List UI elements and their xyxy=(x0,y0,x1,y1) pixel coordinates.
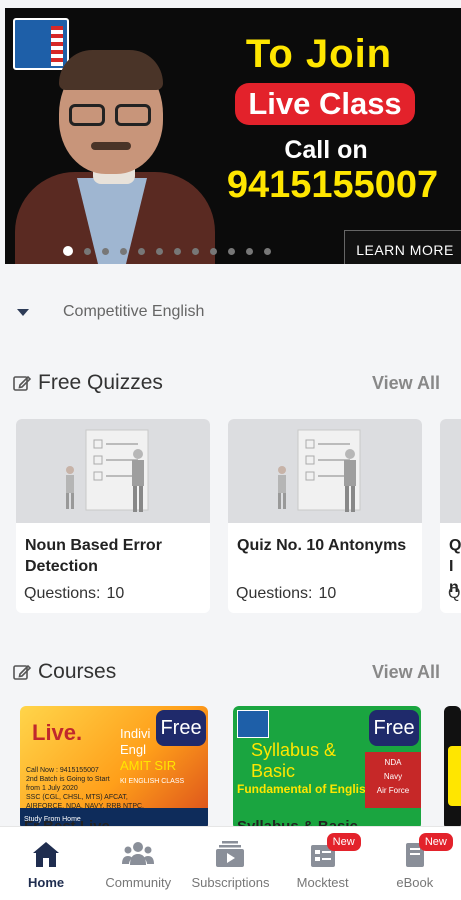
category-selector[interactable]: Competitive English xyxy=(14,298,204,326)
caret-down-icon[interactable] xyxy=(17,308,29,316)
view-all-quizzes-link[interactable]: View All xyxy=(372,373,440,394)
brand-logo xyxy=(237,710,269,738)
nav-ebook[interactable]: New eBook xyxy=(369,827,461,900)
carousel-dot[interactable] xyxy=(228,247,235,255)
quiz-question-count: Questions: 10 xyxy=(236,585,337,602)
carousel-dot[interactable] xyxy=(138,247,145,255)
learn-more-button[interactable]: LEARN MORE xyxy=(344,230,461,264)
free-badge: Free xyxy=(156,710,206,746)
carousel-dot[interactable] xyxy=(156,247,163,255)
bottom-nav: Home Community Subscriptions New Mocktes… xyxy=(0,826,461,900)
nav-home[interactable]: Home xyxy=(0,827,92,900)
new-badge: New xyxy=(418,833,453,851)
banner-headline: To Join xyxy=(245,32,393,76)
quiz-title: Q In xyxy=(449,537,461,596)
nav-subscriptions[interactable]: Subscriptions xyxy=(184,827,276,900)
quiz-card[interactable]: Noun Based Error Detection Questions: 10 xyxy=(16,419,210,613)
free-quizzes-header: Free Quizzes View All xyxy=(12,368,442,398)
section-title: Free Quizzes xyxy=(38,371,163,394)
carousel-dot[interactable] xyxy=(210,247,217,255)
subscriptions-icon xyxy=(216,841,245,867)
banner-live-label: Live Class xyxy=(235,83,415,125)
edit-icon xyxy=(13,664,32,680)
nav-mocktest[interactable]: New Mocktest xyxy=(277,827,369,900)
quiz-question-count: Questions: 10 xyxy=(24,585,125,602)
nav-community[interactable]: Community xyxy=(92,827,184,900)
quiz-title: Noun Based Error Detection xyxy=(25,537,162,575)
carousel-dot[interactable] xyxy=(102,247,109,255)
carousel-dot[interactable] xyxy=(264,247,271,255)
quiz-card[interactable]: Q In Questions: xyxy=(440,419,461,613)
nav-label: Home xyxy=(28,875,65,890)
nav-label: Community xyxy=(105,875,172,890)
free-badge: Free xyxy=(369,710,419,746)
quiz-thumbnail xyxy=(440,419,461,523)
carousel-dot[interactable] xyxy=(246,247,253,255)
promo-banner[interactable]: To Join Live Class Call on 9415155007 LE… xyxy=(5,8,461,264)
carousel-dot[interactable] xyxy=(84,247,91,255)
quiz-title: Quiz No. 10 Antonyms xyxy=(237,537,407,554)
quiz-thumbnail xyxy=(16,419,210,523)
community-icon xyxy=(122,842,155,865)
carousel-dot[interactable] xyxy=(63,246,73,256)
nav-label: Mocktest xyxy=(296,875,349,890)
course-art-side: NDA Navy Air Force xyxy=(365,752,421,808)
carousel-indicator[interactable] xyxy=(63,246,271,256)
course-card[interactable] xyxy=(444,706,461,830)
course-card[interactable]: Live. Indivi Engl AMIT SIR KI ENGLISH CL… xyxy=(20,706,208,830)
edit-icon xyxy=(13,375,32,391)
courses-header: Courses View All xyxy=(12,657,442,687)
teacher-photo xyxy=(15,48,215,264)
carousel-dot[interactable] xyxy=(174,247,181,255)
course-art-title: Syllabus & Basic xyxy=(251,740,337,781)
carousel-dot[interactable] xyxy=(192,247,199,255)
home-icon xyxy=(33,842,60,867)
nav-label: Subscriptions xyxy=(191,875,270,890)
quiz-thumbnail xyxy=(228,419,422,523)
new-badge: New xyxy=(326,833,361,851)
banner-call-on: Call on xyxy=(284,136,368,164)
course-card[interactable]: Syllabus & Basic Fundamental of English … xyxy=(233,706,421,830)
nav-label: eBook xyxy=(396,875,434,890)
course-art-live: Live. xyxy=(32,720,83,745)
quiz-question-count: Questions: xyxy=(448,585,461,602)
carousel-dot[interactable] xyxy=(120,247,127,255)
view-all-courses-link[interactable]: View All xyxy=(372,662,440,683)
quiz-card[interactable]: Quiz No. 10 Antonyms Questions: 10 xyxy=(228,419,422,613)
course-art-subtitle: Fundamental of English xyxy=(237,782,374,796)
banner-phone: 9415155007 xyxy=(226,164,439,206)
category-label[interactable]: Competitive English xyxy=(63,303,204,321)
section-title: Courses xyxy=(38,660,117,683)
